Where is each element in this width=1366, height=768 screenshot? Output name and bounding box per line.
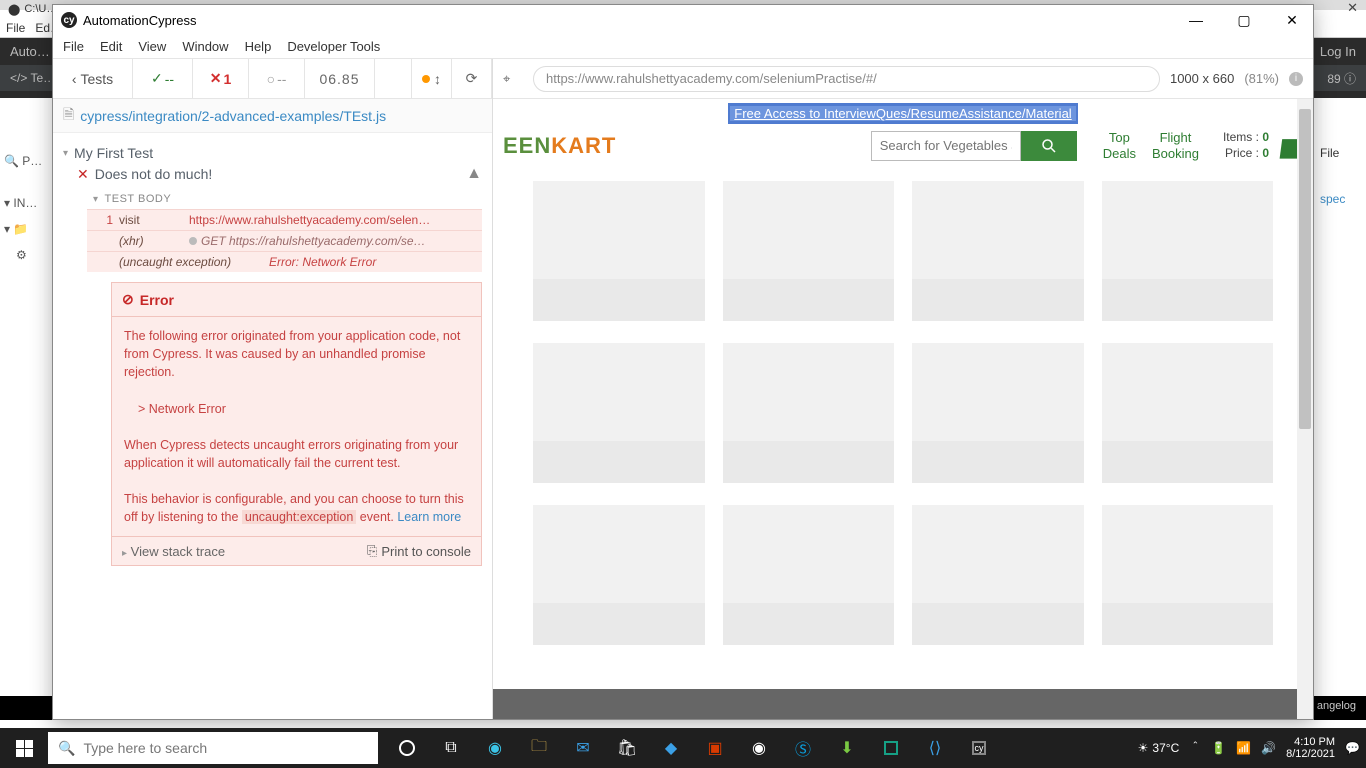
promo-banner[interactable]: Free Access to InterviewQues/ResumeAssis… — [728, 103, 1078, 124]
top-deals-link[interactable]: TopDeals — [1103, 130, 1136, 161]
spec-file-link[interactable]: 🗎 cypress/integration/2-advanced-example… — [53, 99, 492, 133]
task-view-icon[interactable]: ⧉ — [432, 728, 470, 768]
product-card-skeleton — [1102, 181, 1274, 321]
vscode-icon[interactable]: ⟨⟩ — [916, 728, 954, 768]
minimize-button[interactable]: — — [1183, 12, 1209, 29]
menu-devtools[interactable]: Developer Tools — [287, 39, 380, 54]
cypress-taskbar-icon[interactable]: cy — [960, 728, 998, 768]
warning-icon: ▲ — [466, 165, 482, 183]
notifications-icon[interactable]: 💬 — [1345, 741, 1360, 755]
utorrent-icon[interactable]: ⬇ — [828, 728, 866, 768]
error-panel: ⊘Error The following error originated fr… — [111, 282, 482, 566]
greenkart-logo[interactable]: EENKART — [503, 133, 616, 159]
error-icon: ⊘ — [122, 291, 134, 308]
product-card-skeleton — [533, 505, 705, 645]
command-log: ▾TEST BODY 1 visit https://www.rahulshet… — [87, 189, 482, 566]
print-to-console-button[interactable]: ⎘Print to console — [367, 543, 471, 559]
command-visit[interactable]: 1 visit https://www.rahulshettyacademy.c… — [87, 209, 482, 230]
weather-widget[interactable]: ☀ 37°C — [1138, 741, 1180, 755]
command-xhr[interactable]: (xhr) GET https://rahulshettyacademy.com… — [87, 230, 482, 251]
aut-panel: ⌖ https://www.rahulshettyacademy.com/sel… — [493, 59, 1313, 719]
wifi-icon[interactable]: 📶 — [1236, 741, 1251, 755]
menu-window[interactable]: Window — [182, 39, 228, 54]
cypress-menubar: File Edit View Window Help Developer Too… — [53, 35, 1313, 59]
cortana-icon[interactable] — [388, 728, 426, 768]
aut-iframe[interactable]: Free Access to InterviewQues/ResumeAssis… — [493, 99, 1313, 689]
stat-passed: ✓ -- — [133, 59, 193, 98]
stat-pending: ○ -- — [249, 59, 305, 98]
product-card-skeleton — [723, 181, 895, 321]
suite-row[interactable]: ▾My First Test — [63, 141, 482, 165]
aut-scrollbar[interactable] — [1297, 99, 1313, 719]
reporter-panel: ‹ Tests ✓ -- ✕ 1 ○ -- 06.85 ↕ ⟳ 🗎 cypres… — [53, 59, 493, 719]
cypress-titlebar[interactable]: cy AutomationCypress — ▢ ✕ — [53, 5, 1313, 35]
bg-sidebar: 🔍 P… ▾ IN… ▾ 📁 ⚙ — [0, 98, 50, 698]
rerun-button[interactable]: ⟳ — [452, 59, 492, 98]
terminal-icon: ⎘ — [367, 543, 377, 559]
learn-more-link[interactable]: Learn more — [397, 510, 461, 524]
cart-summary: Items : 0 Price : 0 — [1223, 130, 1269, 161]
aut-url-field[interactable]: https://www.rahulshettyacademy.com/selen… — [533, 66, 1160, 92]
aut-header: ⌖ https://www.rahulshettyacademy.com/sel… — [493, 59, 1313, 99]
windows-taskbar: 🔍 Type here to search ⧉ ◉ 🗀 ✉ 🛍 ◆ ▣ ◉ Ⓢ … — [0, 728, 1366, 768]
webstorm-icon[interactable] — [872, 728, 910, 768]
explorer-icon[interactable]: 🗀 — [520, 728, 558, 768]
product-card-skeleton — [1102, 505, 1274, 645]
skype-icon[interactable]: Ⓢ — [784, 728, 822, 768]
close-button[interactable]: ✕ — [1279, 12, 1305, 29]
volume-icon[interactable]: 🔊 — [1261, 741, 1276, 755]
product-card-skeleton — [723, 343, 895, 483]
flight-booking-link[interactable]: FlightBooking — [1152, 130, 1199, 161]
chrome-icon[interactable]: ◉ — [740, 728, 778, 768]
viewport-dimensions: 1000 x 660 — [1170, 71, 1234, 86]
test-row[interactable]: ✕Does not do much! ▲ — [77, 165, 482, 183]
stat-duration: 06.85 — [305, 59, 375, 98]
product-card-skeleton — [723, 505, 895, 645]
start-button[interactable] — [0, 740, 48, 757]
auto-scroll-toggle[interactable]: ↕ — [412, 59, 452, 98]
taskbar-search[interactable]: 🔍 Type here to search — [48, 732, 378, 764]
viewport-info-icon[interactable]: i — [1289, 72, 1303, 86]
back-to-tests-button[interactable]: ‹ Tests — [53, 59, 133, 98]
product-grid — [493, 171, 1313, 655]
product-card-skeleton — [912, 181, 1084, 321]
view-stack-trace-button[interactable]: ▸ View stack trace — [122, 544, 225, 559]
menu-file[interactable]: File — [63, 39, 84, 54]
store-icon[interactable]: 🛍 — [608, 728, 646, 768]
office-icon[interactable]: ▣ — [696, 728, 734, 768]
cypress-logo-icon: cy — [61, 12, 77, 28]
product-card-skeleton — [1102, 343, 1274, 483]
stat-failed: ✕ 1 — [193, 59, 249, 98]
product-card-skeleton — [533, 181, 705, 321]
maximize-button[interactable]: ▢ — [1231, 12, 1257, 29]
product-search-input[interactable] — [871, 131, 1021, 161]
selector-playground-button[interactable]: ⌖ — [503, 71, 523, 87]
reporter-stats: ‹ Tests ✓ -- ✕ 1 ○ -- 06.85 ↕ ⟳ — [53, 59, 492, 99]
product-card-skeleton — [912, 343, 1084, 483]
menu-edit[interactable]: Edit — [100, 39, 122, 54]
viewport-scale: (81%) — [1244, 71, 1279, 86]
battery-icon[interactable]: 🔋 — [1211, 741, 1226, 755]
app-icon[interactable]: ◆ — [652, 728, 690, 768]
menu-help[interactable]: Help — [245, 39, 272, 54]
site-header: EENKART TopDeals FlightBooking Items : 0 — [493, 124, 1313, 171]
bg-right-panel: File spec — [1316, 120, 1366, 212]
mail-icon[interactable]: ✉ — [564, 728, 602, 768]
menu-view[interactable]: View — [138, 39, 166, 54]
search-button[interactable] — [1021, 131, 1077, 161]
file-icon: 🗎 — [63, 104, 74, 128]
clock[interactable]: 4:10 PM 8/12/2021 — [1286, 736, 1335, 760]
product-card-skeleton — [533, 343, 705, 483]
cypress-window: cy AutomationCypress — ▢ ✕ File Edit Vie… — [52, 4, 1314, 720]
command-uncaught-exception[interactable]: (uncaught exception) Error: Network Erro… — [87, 251, 482, 272]
window-title: AutomationCypress — [83, 13, 196, 28]
tray-expand-icon[interactable]: ＾ — [1189, 740, 1201, 757]
edge-icon[interactable]: ◉ — [476, 728, 514, 768]
product-card-skeleton — [912, 505, 1084, 645]
